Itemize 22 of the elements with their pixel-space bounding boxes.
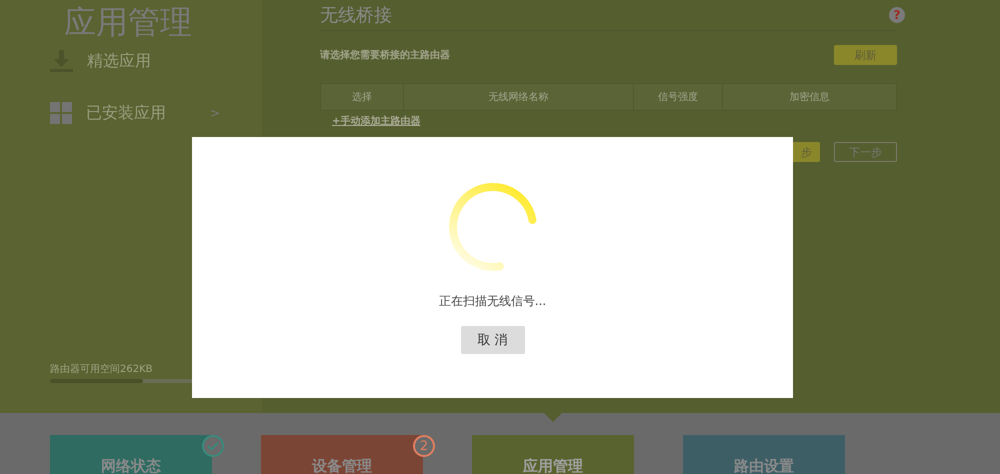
help-icon[interactable]: ? [889,7,905,23]
nav-tile[interactable]: 应用管理 [472,435,634,474]
column-header: 信号强度 [634,84,723,110]
column-header: 加密信息 [788,90,830,105]
scan-message: 正在扫描无线信号... [438,293,546,310]
storage-label: 路由器可用空间262KB [50,362,154,376]
nav-tile[interactable]: 网络状态 [50,435,212,474]
section-title: 无线桥接 [320,4,392,27]
add-router-link[interactable]: +手动添加主路由器 [332,114,420,128]
prompt-text: 请选择您需要桥接的主路由器 [320,48,450,62]
check-icon [202,435,224,457]
grid-icon [50,102,72,124]
chevron-icon: > [210,106,220,120]
sidebar-item[interactable]: 已安装应用 [86,102,210,124]
nav-tile[interactable]: 路由设置 [683,435,845,474]
column-header: 无线网络名称 [404,84,634,110]
page-title: 应用管理 [64,2,193,42]
cancel-button[interactable]: 取 消 [460,326,524,354]
sidebar-item[interactable]: 精选应用 [87,50,220,72]
column-header: 选择 [321,84,404,110]
count-badge: 2 [413,435,435,457]
next-step-button[interactable]: 下一步 [834,142,897,162]
